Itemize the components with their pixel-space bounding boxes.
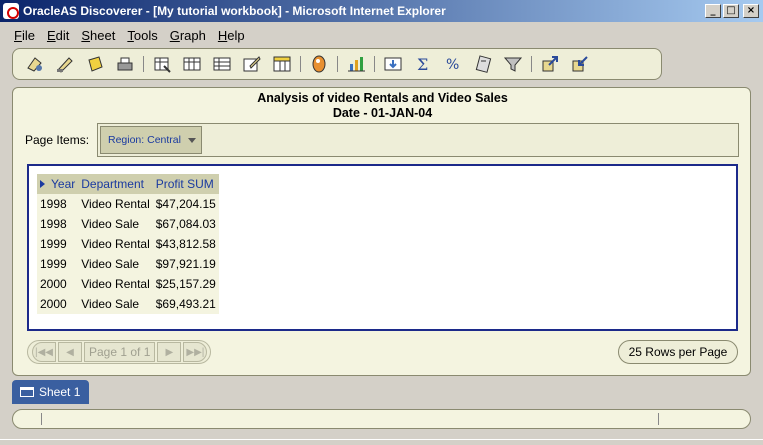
cell-department: Video Rental <box>78 234 153 254</box>
previous-page-button[interactable]: ◀ <box>58 342 82 362</box>
table-row: 2000 Video Rental $25,157.29 <box>37 274 219 294</box>
cell-profit-sum: $47,204.15 <box>152 194 219 214</box>
window-controls: _ □ × <box>705 4 759 18</box>
cell-profit-sum: $25,157.29 <box>152 274 219 294</box>
status-divider <box>658 413 659 425</box>
cell-year: 1999 <box>37 234 79 254</box>
cell-department: Video Rental <box>78 274 153 294</box>
cell-year: 1999 <box>37 254 79 274</box>
menu-help[interactable]: Help <box>218 28 245 43</box>
first-page-icon: |◀◀ <box>35 346 53 358</box>
cell-profit-sum: $69,493.21 <box>152 294 219 314</box>
cell-department: Video Sale <box>78 214 153 234</box>
title-bar: OracleAS Discoverer - [My tutorial workb… <box>0 0 763 22</box>
toolbar: Σ % <box>12 48 662 80</box>
toolbar-separator <box>300 56 301 72</box>
report-title-line-2: Date - 01-JAN-04 <box>332 106 433 120</box>
drill-icon[interactable] <box>381 52 405 76</box>
cell-profit-sum: $43,812.58 <box>152 234 219 254</box>
calculator-icon[interactable] <box>471 52 495 76</box>
percent-icon[interactable]: % <box>441 52 465 76</box>
pager: |◀◀ ◀ Page 1 of 1 ▶ ▶▶| <box>27 340 211 364</box>
menu-tools[interactable]: Tools <box>127 28 157 43</box>
save-icon[interactable] <box>83 52 107 76</box>
browser-status-strip <box>0 439 763 445</box>
next-page-icon: ▶ <box>165 346 174 358</box>
menu-bar: File Edit Sheet Tools Graph Help <box>0 24 763 46</box>
menu-file[interactable]: File <box>14 28 35 43</box>
tab-sheet-1[interactable]: Sheet 1 <box>12 380 89 404</box>
menu-graph[interactable]: Graph <box>170 28 206 43</box>
close-button[interactable]: × <box>743 4 759 18</box>
export-icon[interactable] <box>538 52 562 76</box>
page-items-label: Page Items: <box>25 133 90 147</box>
last-page-icon: ▶▶| <box>186 346 205 358</box>
column-header-department[interactable]: Department <box>78 174 153 194</box>
chevron-down-icon <box>188 138 196 143</box>
cell-year: 1998 <box>37 214 79 234</box>
cell-profit-sum: $97,921.19 <box>152 254 219 274</box>
table-row: 1999 Video Rental $43,812.58 <box>37 234 219 254</box>
region-select-value: Region: Central <box>108 134 181 146</box>
table-row: 2000 Video Sale $69,493.21 <box>37 294 219 314</box>
tab-sheet-1-label: Sheet 1 <box>39 385 81 399</box>
cell-department: Video Sale <box>78 294 153 314</box>
cell-year: 2000 <box>37 274 79 294</box>
status-divider <box>41 413 42 425</box>
report-title: Analysis of video Rentals and Video Sale… <box>13 91 752 121</box>
table-layout-icon[interactable] <box>150 52 174 76</box>
menu-edit[interactable]: Edit <box>47 28 69 43</box>
table-icon[interactable] <box>180 52 204 76</box>
data-grid: Year Department Profit SUM 1998 Video Re… <box>27 164 738 331</box>
toolbar-separator <box>531 56 532 72</box>
edit-sheet-icon[interactable] <box>240 52 264 76</box>
page-items-icon[interactable] <box>270 52 294 76</box>
column-header-profit-sum[interactable]: Profit SUM <box>152 174 219 194</box>
sheet-icon <box>20 387 34 397</box>
print-icon[interactable] <box>113 52 137 76</box>
cell-department: Video Sale <box>78 254 153 274</box>
worksheet-panel: Analysis of video Rentals and Video Sale… <box>12 87 751 376</box>
page-indicator: Page 1 of 1 <box>84 342 156 362</box>
toolbar-separator <box>337 56 338 72</box>
results-table: Year Department Profit SUM 1998 Video Re… <box>37 174 219 314</box>
first-page-button[interactable]: |◀◀ <box>32 342 56 362</box>
open-workbook-icon[interactable] <box>23 52 47 76</box>
window-title: OracleAS Discoverer - [My tutorial workb… <box>23 4 446 18</box>
page-items-bar: Region: Central <box>97 123 739 157</box>
table-row: 1998 Video Sale $67,084.03 <box>37 214 219 234</box>
region-select[interactable]: Region: Central <box>100 126 202 154</box>
next-page-button[interactable]: ▶ <box>157 342 182 362</box>
filter-icon[interactable] <box>501 52 525 76</box>
column-header-year[interactable]: Year <box>37 174 79 194</box>
color-palette-icon[interactable] <box>307 52 331 76</box>
import-icon[interactable] <box>568 52 592 76</box>
previous-page-icon: ◀ <box>66 346 74 358</box>
status-bar <box>12 409 751 429</box>
cell-year: 2000 <box>37 294 79 314</box>
sum-icon[interactable]: Σ <box>411 52 435 76</box>
cell-year: 1998 <box>37 194 79 214</box>
cell-profit-sum: $67,084.03 <box>152 214 219 234</box>
table-header-row: Year Department Profit SUM <box>37 174 219 194</box>
edit-icon[interactable] <box>53 52 77 76</box>
svg-text:%: % <box>446 57 459 73</box>
report-title-line-1: Analysis of video Rentals and Video Sale… <box>257 91 508 105</box>
expand-arrow-icon[interactable] <box>40 180 45 188</box>
maximize-button[interactable]: □ <box>723 4 739 18</box>
internet-explorer-icon <box>3 3 19 19</box>
svg-text:Σ: Σ <box>417 55 428 74</box>
table-row: 1999 Video Sale $97,921.19 <box>37 254 219 274</box>
toolbar-separator <box>374 56 375 72</box>
rows-per-page-button[interactable]: 25 Rows per Page <box>618 340 738 364</box>
table-row: 1998 Video Rental $47,204.15 <box>37 194 219 214</box>
crosstab-icon[interactable] <box>210 52 234 76</box>
graph-icon[interactable] <box>344 52 368 76</box>
menu-sheet[interactable]: Sheet <box>81 28 115 43</box>
cell-department: Video Rental <box>78 194 153 214</box>
last-page-button[interactable]: ▶▶| <box>183 342 208 362</box>
minimize-button[interactable]: _ <box>705 4 721 18</box>
toolbar-separator <box>143 56 144 72</box>
